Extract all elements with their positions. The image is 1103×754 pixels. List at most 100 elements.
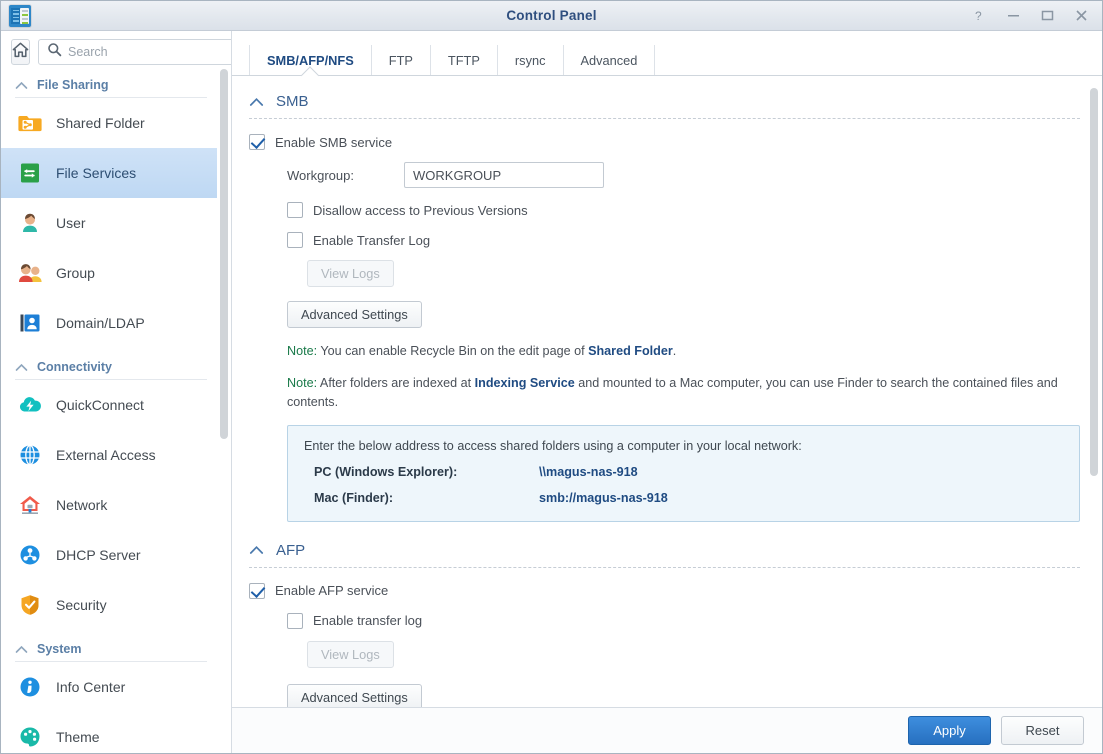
tab-smb-afp-nfs[interactable]: SMB/AFP/NFS [249, 45, 372, 75]
sidebar-group-label: File Sharing [37, 78, 109, 92]
tab-label: TFTP [447, 52, 480, 68]
smb-view-logs-button[interactable]: View Logs [307, 260, 394, 287]
network-icon [17, 492, 43, 518]
info-box-key: Mac (Finder): [314, 490, 394, 505]
sidebar-item-label: Theme [56, 729, 100, 745]
content-inner: SMB Enable SMB service Workgroup: Disall… [232, 76, 1102, 707]
sidebar-item-theme[interactable]: Theme [1, 712, 217, 753]
sidebar-item-quickconnect[interactable]: QuickConnect [1, 380, 217, 430]
sidebar-toolbar [1, 31, 231, 72]
smb-advanced-settings-row: Advanced Settings [249, 301, 1080, 328]
info-box-row-mac: Mac (Finder): smb://magus-nas-918 [304, 491, 1063, 505]
afp-view-logs-button[interactable]: View Logs [307, 640, 394, 668]
smb-advanced-settings-button[interactable]: Advanced Settings [287, 301, 422, 328]
search-box[interactable] [38, 39, 231, 65]
sidebar-scrollbar-thumb[interactable] [220, 69, 228, 439]
smb-workgroup-label: Workgroup: [287, 167, 354, 183]
sidebar-item-label: Info Center [56, 679, 126, 695]
content-scrollbar-thumb[interactable] [1090, 88, 1098, 476]
sidebar-item-info-center[interactable]: Info Center [1, 662, 217, 712]
sidebar-item-label: File Services [56, 165, 137, 181]
smb-disallow-previous-versions-checkbox[interactable] [287, 202, 303, 218]
afp-enable-transfer-log-row: Enable transfer log [249, 612, 1080, 629]
sidebar-group-system[interactable]: System [1, 636, 217, 661]
search-icon [47, 42, 62, 62]
close-button[interactable] [1064, 2, 1098, 30]
shared-folder-icon [17, 110, 43, 136]
home-button[interactable] [11, 39, 30, 65]
smb-enable-transfer-log-checkbox[interactable] [287, 232, 303, 248]
dhcp-server-icon [17, 542, 43, 568]
smb-disallow-previous-versions-label[interactable]: Disallow access to Previous Versions [313, 203, 528, 218]
smb-address-info-box: Enter the below address to access shared… [287, 424, 1080, 522]
sidebar-item-label: Domain/LDAP [56, 315, 145, 331]
smb-enable-service-checkbox[interactable] [249, 134, 265, 150]
sidebar-item-user[interactable]: User [1, 198, 217, 248]
sidebar-group-label: System [37, 642, 82, 656]
window-body: File Sharing Shared [1, 31, 1102, 753]
sidebar-group-connectivity[interactable]: Connectivity [1, 354, 217, 379]
group-icon [17, 260, 43, 286]
divider [249, 118, 1080, 119]
sidebar-item-label: User [56, 215, 86, 231]
smb-workgroup-input[interactable] [404, 162, 604, 188]
smb-note-indexing: Note: After folders are indexed at Index… [249, 374, 1080, 411]
afp-advanced-settings-button[interactable]: Advanced Settings [287, 683, 422, 707]
smb-enable-transfer-log-row: Enable Transfer Log [249, 232, 1080, 248]
info-center-icon [17, 674, 43, 700]
reset-button[interactable]: Reset [1001, 716, 1084, 745]
apply-button[interactable]: Apply [908, 716, 991, 745]
sidebar-item-label: QuickConnect [56, 397, 144, 413]
note-keyword: Note: [287, 344, 318, 358]
section-header-afp[interactable]: AFP [249, 542, 1080, 567]
smb-enable-transfer-log-label[interactable]: Enable Transfer Log [313, 233, 430, 248]
window-controls: ? [962, 2, 1102, 30]
sidebar-item-domain-ldap[interactable]: Domain/LDAP [1, 298, 217, 348]
shared-folder-link[interactable]: Shared Folder [588, 344, 673, 358]
smb-enable-service-label[interactable]: Enable SMB service [275, 135, 392, 150]
tab-rsync[interactable]: rsync [498, 45, 564, 75]
sidebar-item-group[interactable]: Group [1, 248, 217, 298]
tab-tftp[interactable]: TFTP [431, 45, 498, 75]
sidebar-item-file-services[interactable]: File Services [1, 148, 217, 198]
sidebar-item-shared-folder[interactable]: Shared Folder [1, 98, 217, 148]
sidebar-group-file-sharing[interactable]: File Sharing [1, 72, 217, 97]
indexing-service-link[interactable]: Indexing Service [475, 376, 575, 390]
afp-enable-service-row: Enable AFP service [249, 582, 1080, 599]
sidebar-group-label: Connectivity [37, 360, 113, 374]
user-icon [17, 210, 43, 236]
sidebar-item-dhcp-server[interactable]: DHCP Server [1, 530, 217, 580]
quickconnect-icon [17, 392, 43, 418]
svg-text:?: ? [975, 9, 982, 22]
smb-workgroup-row: Workgroup: [249, 162, 1080, 188]
sidebar-item-security[interactable]: Security [1, 580, 217, 630]
tab-label: rsync [514, 52, 546, 68]
afp-enable-transfer-log-checkbox[interactable] [287, 612, 303, 629]
sidebar-item-label: Network [56, 497, 108, 513]
tab-advanced[interactable]: Advanced [564, 45, 656, 75]
afp-enable-service-label[interactable]: Enable AFP service [275, 583, 388, 598]
note-text-after: . [672, 344, 677, 358]
help-button[interactable]: ? [962, 2, 996, 30]
smb-enable-service-row: Enable SMB service [249, 134, 1080, 150]
afp-enable-service-checkbox[interactable] [249, 582, 265, 599]
tab-ftp[interactable]: FTP [372, 45, 431, 75]
title-bar: Control Panel ? [1, 1, 1102, 31]
section-header-smb[interactable]: SMB [249, 93, 1080, 118]
section-title: SMB [276, 93, 309, 110]
sidebar-item-label: Group [56, 265, 95, 281]
chevron-up-icon [249, 97, 264, 107]
search-input[interactable] [68, 45, 229, 59]
afp-view-logs-row: View Logs [249, 640, 1080, 668]
chevron-up-icon [15, 363, 28, 372]
control-panel-window: Control Panel ? Search File Sharing Shar… [0, 0, 1103, 754]
maximize-button[interactable] [1030, 2, 1064, 30]
sidebar-item-network[interactable]: Network [1, 480, 217, 530]
minimize-button[interactable] [996, 2, 1030, 30]
theme-icon [17, 724, 43, 750]
chevron-up-icon [249, 545, 264, 555]
afp-enable-transfer-log-label[interactable]: Enable transfer log [313, 613, 422, 628]
tab-bar: SMB/AFP/NFS FTP TFTP rsync Advanced [232, 45, 1102, 76]
sidebar-item-external-access[interactable]: External Access [1, 430, 217, 480]
page-title: Control Panel [506, 8, 597, 23]
